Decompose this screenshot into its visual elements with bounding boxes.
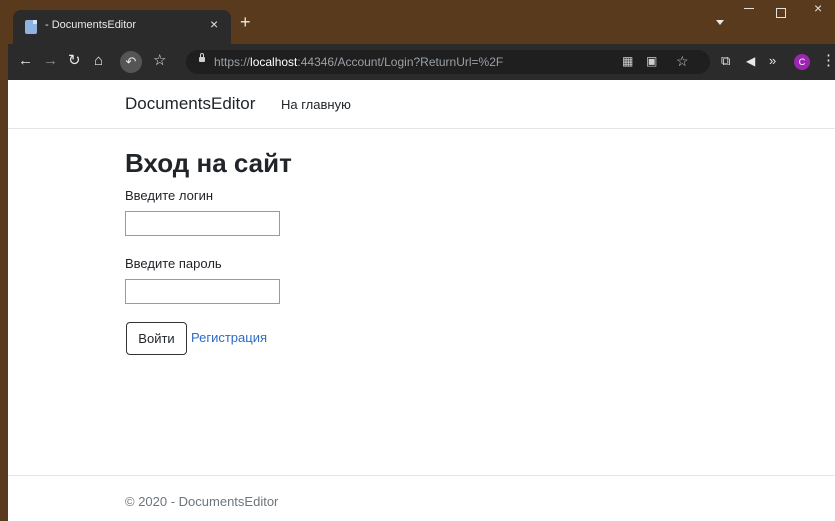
address-bar[interactable]: https://localhost:44346/Account/Login?Re… xyxy=(186,50,710,74)
forward-icon[interactable]: → xyxy=(43,52,58,70)
active-tab[interactable]: - DocumentsEditor × xyxy=(13,10,231,44)
tab-search-icon[interactable] xyxy=(716,20,724,25)
chevrons-icon[interactable]: » xyxy=(769,52,776,70)
new-tab-button[interactable]: + xyxy=(240,12,251,32)
close-tab-icon[interactable]: × xyxy=(210,16,218,32)
tab-bar: - DocumentsEditor × + × xyxy=(8,0,835,44)
footer-copyright: © 2020 - DocumentsEditor xyxy=(125,494,279,509)
register-link[interactable]: Регистрация xyxy=(191,330,267,345)
minimize-icon[interactable] xyxy=(744,8,754,9)
profile-avatar[interactable]: C xyxy=(794,54,810,70)
menu-icon[interactable]: ⋮ xyxy=(821,52,835,70)
page-title: Вход на сайт xyxy=(125,148,292,178)
browser-window: - DocumentsEditor × + × ← → ↻ ⌂ ↶ ☆ http… xyxy=(0,0,835,521)
password-label: Введите пароль xyxy=(125,256,222,271)
back-icon[interactable]: ← xyxy=(18,52,33,70)
translate-icon[interactable]: ▣ xyxy=(646,54,657,68)
site-navbar: DocumentsEditor На главную xyxy=(8,80,835,129)
url-text[interactable]: https://localhost:44346/Account/Login?Re… xyxy=(214,55,503,69)
tab-title: - DocumentsEditor xyxy=(45,19,137,31)
password-input[interactable] xyxy=(125,279,280,304)
site-brand-link[interactable]: DocumentsEditor xyxy=(125,94,255,114)
lock-icon[interactable] xyxy=(199,53,205,62)
qr-icon[interactable]: ▦ xyxy=(622,54,633,68)
reload-icon[interactable]: ↻ xyxy=(68,52,81,70)
web-page: DocumentsEditor На главную Вход на сайт … xyxy=(8,80,835,521)
speaker-icon[interactable]: ◀ xyxy=(746,52,755,70)
home-icon[interactable]: ⌂ xyxy=(94,52,103,70)
crop-icon[interactable]: ⧉ xyxy=(721,52,730,70)
maximize-icon[interactable] xyxy=(776,8,786,18)
home-link[interactable]: На главную xyxy=(281,97,351,112)
login-input[interactable] xyxy=(125,211,280,236)
bookmark-star-icon[interactable]: ☆ xyxy=(676,53,689,70)
star-icon[interactable]: ☆ xyxy=(153,52,166,70)
document-icon xyxy=(25,20,37,34)
login-label: Введите логин xyxy=(125,188,214,203)
undo-icon[interactable]: ↶ xyxy=(120,51,142,73)
browser-toolbar: ← → ↻ ⌂ ↶ ☆ https://localhost:44346/Acco… xyxy=(8,44,835,80)
login-button[interactable]: Войти xyxy=(126,322,187,355)
close-window-icon[interactable]: × xyxy=(814,0,822,16)
site-footer: © 2020 - DocumentsEditor xyxy=(8,475,835,521)
